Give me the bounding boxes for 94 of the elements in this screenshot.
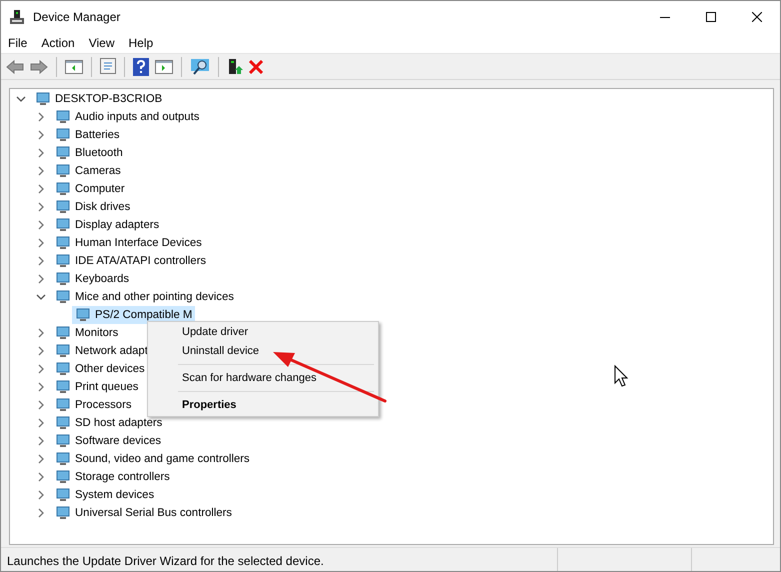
- device-icon: [55, 181, 71, 197]
- collapse-chevron-icon[interactable]: [16, 94, 26, 104]
- tree-item[interactable]: Bluetooth: [52, 144, 126, 162]
- menu-item[interactable]: Action: [34, 34, 82, 52]
- uninstall-icon[interactable]: [249, 60, 263, 74]
- device-icon: [55, 199, 71, 215]
- tree-item[interactable]: Audio inputs and outputs: [52, 108, 202, 126]
- tree-item[interactable]: Processors: [52, 396, 135, 414]
- device-icon: [55, 217, 71, 233]
- forward-icon[interactable]: [30, 60, 48, 74]
- device-icon: [55, 145, 71, 161]
- expand-chevron-icon[interactable]: [36, 130, 46, 140]
- tree-item[interactable]: Mice and other pointing devices: [52, 288, 237, 306]
- tree-item[interactable]: Display adapters: [52, 216, 162, 234]
- expand-chevron-icon[interactable]: [36, 256, 46, 266]
- console-tree-icon[interactable]: [65, 58, 83, 74]
- menu-item[interactable]: Scan for hardware changes: [150, 369, 376, 388]
- collapse-chevron-icon[interactable]: [36, 292, 46, 302]
- device-icon: [55, 451, 71, 467]
- update-driver-icon[interactable]: [227, 58, 243, 76]
- device-icon: [55, 433, 71, 449]
- device-icon: [55, 343, 71, 359]
- menu-item[interactable]: View: [82, 34, 122, 52]
- tree-item[interactable]: Sound, video and game controllers: [52, 450, 253, 468]
- tree-item[interactable]: Computer: [52, 180, 128, 198]
- device-icon: [55, 271, 71, 287]
- tree-item[interactable]: Disk drives: [52, 198, 134, 216]
- device-icon: [55, 469, 71, 485]
- device-icon: [55, 361, 71, 377]
- device-icon: [55, 289, 71, 305]
- device-icon: [55, 163, 71, 179]
- expand-chevron-icon[interactable]: [36, 274, 46, 284]
- expand-chevron-icon[interactable]: [36, 400, 46, 410]
- tree-item[interactable]: System devices: [52, 486, 158, 504]
- device-icon: [55, 505, 71, 521]
- tree-item[interactable]: DESKTOP-B3CRIOB: [32, 90, 166, 108]
- tree-item[interactable]: Keyboards: [52, 270, 132, 288]
- device-icon: [55, 253, 71, 269]
- app-icon: [9, 8, 25, 24]
- expand-chevron-icon[interactable]: [36, 382, 46, 392]
- menu-item[interactable]: Update driver: [150, 323, 376, 342]
- status-text: Launches the Update Driver Wizard for the selected device.: [7, 554, 324, 568]
- expand-chevron-icon[interactable]: [36, 364, 46, 374]
- tree-item[interactable]: PS/2 Compatible M: [72, 306, 196, 324]
- tree-item[interactable]: Cameras: [52, 162, 124, 180]
- device-icon: [75, 307, 91, 323]
- expand-chevron-icon[interactable]: [36, 436, 46, 446]
- tree-item[interactable]: Print queues: [52, 378, 142, 396]
- maximize-icon: [706, 12, 716, 22]
- tree-item[interactable]: Network adapt: [52, 342, 151, 360]
- scan-monitor-icon[interactable]: [190, 58, 210, 76]
- device-icon: [55, 127, 71, 143]
- tree-item[interactable]: Batteries: [52, 126, 123, 144]
- expand-chevron-icon[interactable]: [36, 238, 46, 248]
- expand-chevron-icon[interactable]: [36, 112, 46, 122]
- expand-chevron-icon[interactable]: [36, 472, 46, 482]
- menu-item[interactable]: Uninstall device: [150, 342, 376, 361]
- device-icon: [35, 91, 51, 107]
- back-icon[interactable]: [6, 60, 24, 74]
- device-icon: [55, 325, 71, 341]
- tree-item[interactable]: Human Interface Devices: [52, 234, 205, 252]
- action-pane-icon[interactable]: [155, 58, 173, 74]
- tree-item[interactable]: Other devices: [52, 360, 148, 378]
- expand-chevron-icon[interactable]: [36, 148, 46, 158]
- tree-item[interactable]: IDE ATA/ATAPI controllers: [52, 252, 209, 270]
- device-icon: [55, 397, 71, 413]
- tree-item[interactable]: Software devices: [52, 432, 164, 450]
- window-title: Device Manager: [33, 8, 120, 26]
- expand-chevron-icon[interactable]: [36, 184, 46, 194]
- expand-chevron-icon[interactable]: [36, 490, 46, 500]
- tree-item[interactable]: Monitors: [52, 324, 122, 342]
- help-icon[interactable]: [133, 58, 149, 76]
- mouse-cursor-icon: [614, 364, 628, 387]
- menu-item[interactable]: Properties: [150, 396, 376, 415]
- properties-icon[interactable]: [100, 58, 116, 75]
- expand-chevron-icon[interactable]: [36, 454, 46, 464]
- expand-chevron-icon[interactable]: [36, 202, 46, 212]
- device-icon: [55, 415, 71, 431]
- tree-item[interactable]: Storage controllers: [52, 468, 173, 486]
- menu-item[interactable]: File: [1, 34, 34, 52]
- close-icon: [752, 12, 762, 22]
- expand-chevron-icon[interactable]: [36, 508, 46, 518]
- expand-chevron-icon[interactable]: [36, 418, 46, 428]
- device-icon: [55, 379, 71, 395]
- expand-chevron-icon[interactable]: [36, 346, 46, 356]
- expand-chevron-icon[interactable]: [36, 220, 46, 230]
- expand-chevron-icon[interactable]: [36, 166, 46, 176]
- tree-item[interactable]: Universal Serial Bus controllers: [52, 504, 235, 522]
- device-icon: [55, 109, 71, 125]
- expand-chevron-icon[interactable]: [36, 328, 46, 338]
- tree-item[interactable]: SD host adapters: [52, 414, 166, 432]
- menu-item[interactable]: Help: [122, 34, 160, 52]
- device-icon: [55, 487, 71, 503]
- device-icon: [55, 235, 71, 251]
